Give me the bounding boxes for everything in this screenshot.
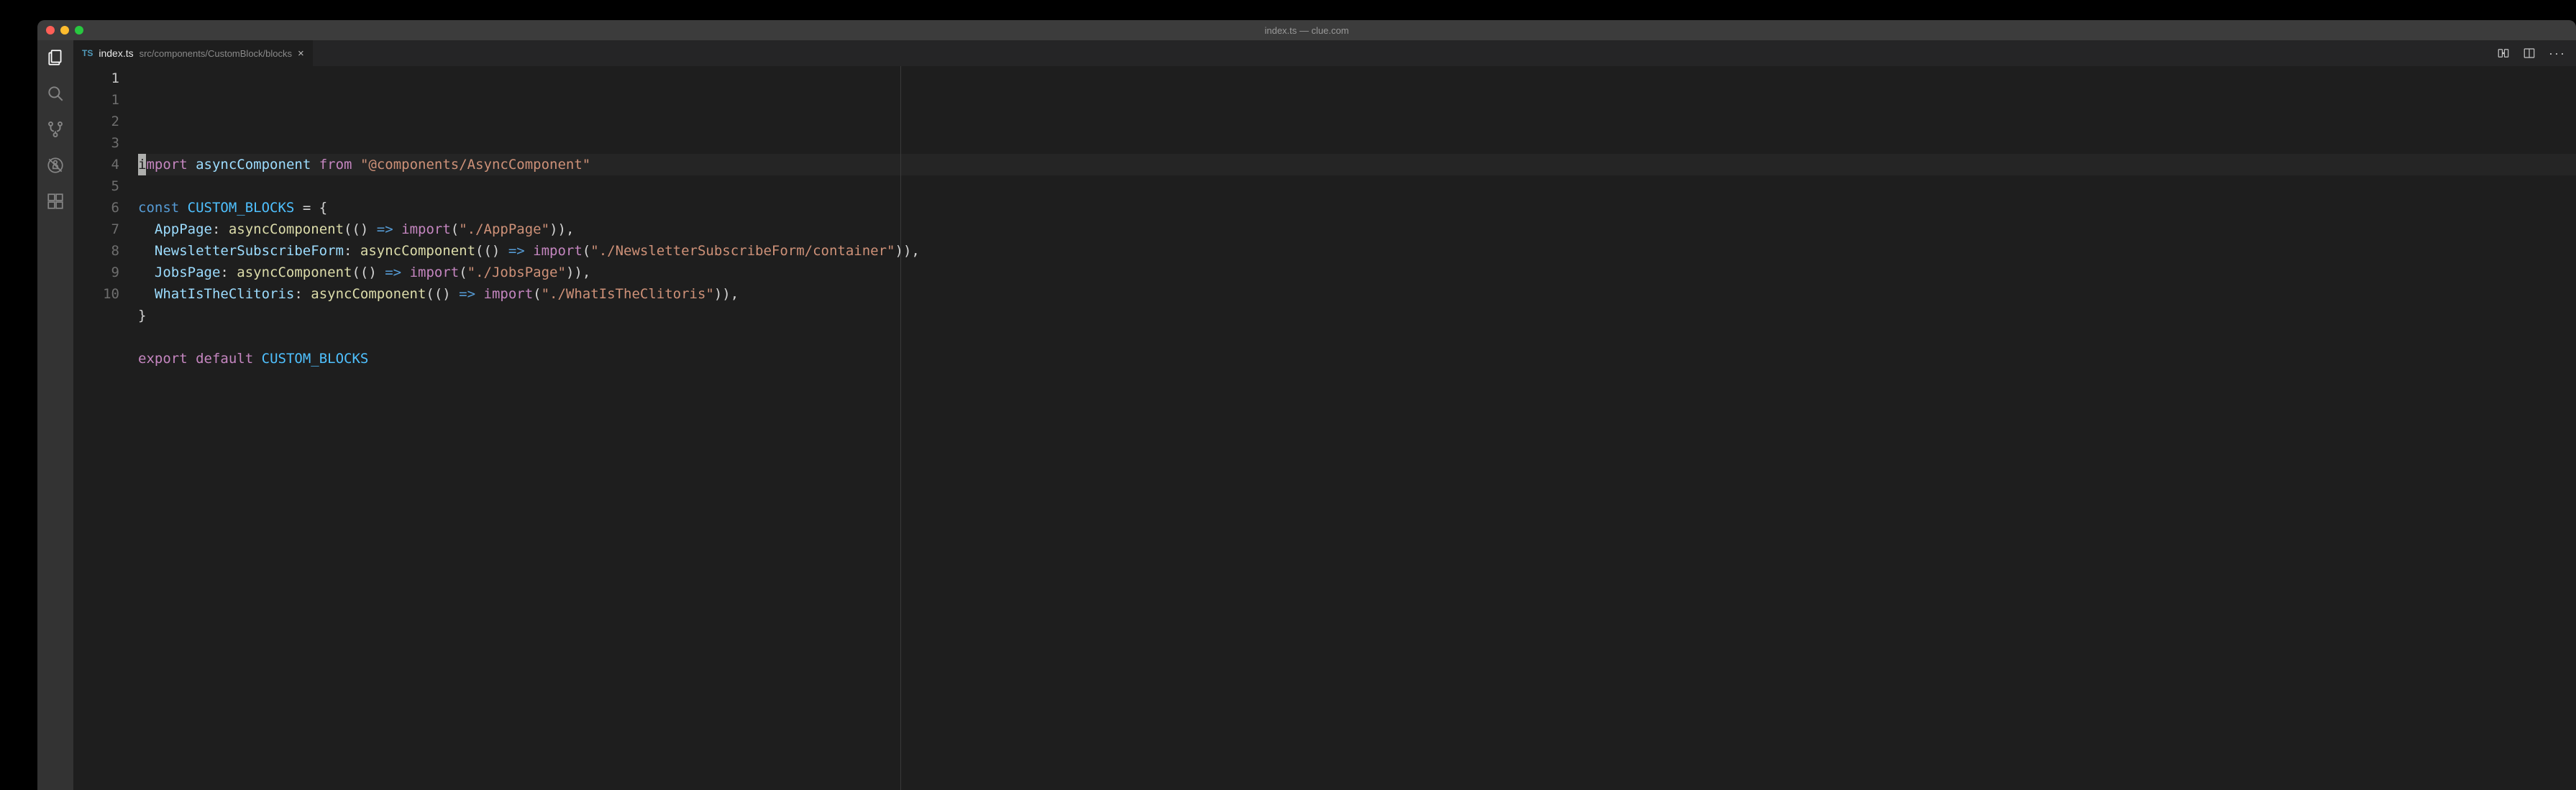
tabbar-actions: ··· [2487, 40, 2576, 66]
window-body: TS index.ts src/components/CustomBlock/b… [37, 40, 2576, 790]
code-line[interactable]: const CUSTOM_BLOCKS = { [138, 197, 2576, 219]
code-line[interactable] [138, 175, 2576, 197]
tab-index-ts[interactable]: TS index.ts src/components/CustomBlock/b… [73, 40, 314, 66]
activity-bar [37, 40, 73, 790]
traffic-lights [46, 26, 83, 35]
compare-changes-icon[interactable] [2497, 47, 2510, 60]
code-line[interactable] [138, 369, 2576, 391]
explorer-icon[interactable] [45, 47, 65, 68]
code-line[interactable]: AppPage: asyncComponent(() => import("./… [138, 219, 2576, 240]
extensions-icon[interactable] [45, 191, 65, 211]
more-actions-icon[interactable]: ··· [2549, 46, 2566, 61]
app-window: index.ts — clue.com [37, 20, 2576, 790]
line-number: 6 [73, 197, 119, 219]
line-number: 1 [73, 89, 119, 111]
line-number: 2 [73, 111, 119, 132]
code-line[interactable]: WhatIsTheClitoris: asyncComponent(() => … [138, 283, 2576, 305]
line-number: 10 [73, 283, 119, 305]
line-number: 7 [73, 219, 119, 240]
window-minimize-button[interactable] [60, 26, 69, 35]
minimap[interactable] [2506, 68, 2575, 89]
code-line[interactable]: JobsPage: asyncComponent(() => import(".… [138, 262, 2576, 283]
tab-close-icon[interactable]: × [298, 47, 304, 60]
debug-icon[interactable] [45, 155, 65, 175]
tab-path: src/components/CustomBlock/blocks [140, 48, 292, 59]
tab-filename: index.ts [99, 47, 133, 59]
line-number: 9 [73, 262, 119, 283]
ruler-guide [900, 66, 901, 790]
line-number: 5 [73, 175, 119, 197]
window-close-button[interactable] [46, 26, 55, 35]
window-maximize-button[interactable] [75, 26, 83, 35]
code-line[interactable]: export default CUSTOM_BLOCKS [138, 348, 2576, 369]
line-number: 4 [73, 154, 119, 175]
code-line[interactable]: import asyncComponent from "@components/… [138, 154, 2576, 175]
titlebar[interactable]: index.ts — clue.com [37, 20, 2576, 40]
line-number: 1 [73, 68, 119, 89]
split-editor-icon[interactable] [2523, 47, 2536, 60]
window-title: index.ts — clue.com [1264, 25, 1348, 36]
scm-icon[interactable] [45, 119, 65, 139]
editor-group: TS index.ts src/components/CustomBlock/b… [73, 40, 2576, 790]
code-line[interactable]: } [138, 305, 2576, 326]
code-line[interactable] [138, 326, 2576, 348]
line-number: 3 [73, 132, 119, 154]
line-number: 8 [73, 240, 119, 262]
typescript-badge-icon: TS [82, 48, 93, 58]
tab-bar: TS index.ts src/components/CustomBlock/b… [73, 40, 2576, 66]
code-editor[interactable]: 112345678910 [73, 66, 2576, 790]
code-area[interactable]: import asyncComponent from "@components/… [138, 66, 2576, 790]
search-icon[interactable] [45, 83, 65, 104]
line-number-gutter: 112345678910 [73, 66, 138, 790]
code-line[interactable]: NewsletterSubscribeForm: asyncComponent(… [138, 240, 2576, 262]
